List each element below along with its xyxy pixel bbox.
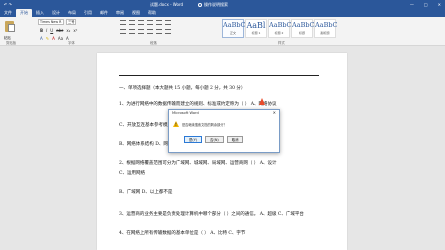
styles-gallery: AaBbC 正文 AaBl 标题 1 AaBbC 标题 2 AaBbC 标题 A…: [222, 19, 338, 38]
style-sample: AaBbC: [315, 21, 338, 29]
ribbon-home: 粘贴 剪贴板 Times New R 三号 B I U abc x₂ x² A …: [0, 17, 445, 46]
doc-line: 1、为进行网络中的数据传输而建立的规则、标准或约定称为（ ） A、网络协议: [119, 102, 277, 107]
numbering-icon[interactable]: [129, 20, 135, 25]
doc-line: 4、在网络上所有传输数据的基本单位是（ ） A、比特 C、字节: [119, 231, 246, 236]
header-rule: [119, 75, 319, 76]
align-left-icon[interactable]: [120, 29, 126, 34]
style-sample: AaBl: [246, 21, 266, 30]
change-case-button[interactable]: Aa: [58, 36, 63, 41]
warning-mark-icon: [259, 98, 265, 105]
alignment-controls: [120, 29, 171, 34]
tab-references[interactable]: 引用: [80, 9, 96, 17]
tab-design[interactable]: 设计: [48, 9, 64, 17]
search-label: 操作说明搜索: [204, 2, 228, 7]
font-color-row: A ✎ A Aa A: [40, 36, 69, 41]
dialog-title: Microsoft Word: [172, 111, 199, 115]
yes-button[interactable]: 是(Y): [184, 136, 203, 143]
font-name-select[interactable]: Times New R: [38, 19, 64, 25]
style-sample: AaBbC: [223, 21, 246, 29]
doc-line: B、广域网 D、以上都不是: [119, 190, 173, 195]
strikethrough-button[interactable]: abc: [56, 28, 63, 33]
warning-icon-mark: !: [175, 122, 177, 127]
doc-line: 2、根据网络覆盖范围可分为广域网、城域网、局域网、运营商网（ ） A、设计: [119, 161, 277, 166]
document-title: 试题.docx - Word: [150, 2, 184, 7]
tab-help[interactable]: 帮助: [144, 9, 160, 17]
close-button[interactable]: ✕: [438, 0, 441, 9]
font-size-select[interactable]: 三号: [66, 19, 76, 25]
no-button[interactable]: 否(N): [205, 136, 224, 143]
title-bar: ↶ ↷ 试题.docx - Word 操作说明搜索 — □ ✕: [0, 0, 445, 9]
paste-button[interactable]: [3, 19, 16, 34]
font-format-row: B I U abc x₂ x²: [40, 28, 77, 33]
tab-home[interactable]: 开始: [16, 9, 32, 17]
style-name: 标题: [298, 31, 305, 35]
doc-line: C、运用网络: [119, 171, 145, 176]
word-dialog: Microsoft Word ✕ ! 是否继续搜索文档的剩余部分？ 是(Y) 否…: [168, 109, 280, 153]
style-name: 副标题: [320, 31, 330, 35]
dialog-message: 是否继续搜索文档的剩余部分？: [182, 123, 227, 127]
justify-icon[interactable]: [147, 29, 153, 34]
window-controls: — □ ✕: [410, 0, 441, 9]
quick-access-toolbar[interactable]: ↶ ↷: [4, 0, 12, 9]
paragraph-controls: [120, 20, 171, 25]
paragraph-group-label: 段落: [150, 41, 157, 45]
align-center-icon[interactable]: [129, 29, 135, 34]
doc-line: 3、运营商的业务主要是负责处理计算机中哪个部分（ ）之间的通信。 A、超级 C、…: [119, 212, 304, 217]
superscript-button[interactable]: x²: [73, 28, 77, 33]
tab-view[interactable]: 视图: [128, 9, 144, 17]
bullets-icon[interactable]: [120, 20, 126, 25]
tab-review[interactable]: 审阅: [112, 9, 128, 17]
subscript-button[interactable]: x₂: [66, 28, 70, 33]
style-sample: AaBbC: [292, 21, 315, 29]
styles-group-label: 样式: [278, 41, 285, 45]
tab-file[interactable]: 文件: [0, 9, 16, 17]
font-color-button[interactable]: A: [52, 36, 55, 41]
tell-me-search[interactable]: 操作说明搜索: [198, 1, 258, 8]
italic-button[interactable]: I: [46, 28, 47, 33]
cancel-button[interactable]: 取消: [226, 136, 244, 143]
style-title[interactable]: AaBbC 标题: [291, 19, 315, 38]
style-sample: AaBbC: [269, 21, 292, 29]
tab-mailings[interactable]: 邮件: [96, 9, 112, 17]
paste-sheet-icon: [8, 24, 15, 32]
style-heading-2[interactable]: AaBbC 标题 2: [268, 19, 292, 38]
search-icon: [198, 2, 202, 7]
minimize-button[interactable]: —: [410, 0, 414, 9]
multilevel-list-icon[interactable]: [138, 20, 144, 25]
style-heading-1[interactable]: AaBl 标题 1: [245, 19, 267, 38]
dialog-close-button[interactable]: ✕: [273, 110, 276, 115]
style-name: 标题 2: [274, 31, 284, 35]
style-subtitle[interactable]: AaBbC 副标题: [314, 19, 338, 38]
dialog-buttons: 是(Y) 否(N) 取消: [184, 136, 244, 143]
sort-icon[interactable]: [165, 20, 171, 25]
bold-button[interactable]: B: [40, 28, 43, 33]
maximize-button[interactable]: □: [424, 0, 428, 9]
shading-icon[interactable]: [165, 29, 171, 34]
doc-line: C、开放互连基本参考模型: [119, 123, 172, 128]
align-right-icon[interactable]: [138, 29, 144, 34]
ribbon-tabs: 文件 开始 插入 设计 布局 引用 邮件 审阅 视图 帮助: [0, 9, 445, 17]
font-group-label: 字体: [68, 41, 75, 45]
style-normal[interactable]: AaBbC 正文: [222, 19, 246, 38]
style-name: 正文: [229, 31, 236, 35]
highlight-button[interactable]: ✎: [46, 36, 49, 41]
style-name: 标题 1: [251, 31, 261, 35]
doc-line: 一、单项选择题（本大题共 15 小题，每小题 2 分，共 30 分）: [119, 86, 246, 91]
line-spacing-icon[interactable]: [156, 29, 162, 34]
underline-button[interactable]: U: [50, 28, 53, 33]
decrease-indent-icon[interactable]: [147, 20, 153, 25]
clipboard-group-label: 剪贴板: [6, 41, 17, 45]
increase-indent-icon[interactable]: [156, 20, 162, 25]
text-effects-button[interactable]: A: [40, 36, 43, 41]
tab-insert[interactable]: 插入: [32, 9, 48, 17]
word-window: ↶ ↷ 试题.docx - Word 操作说明搜索 — □ ✕ 文件 开始 插入…: [0, 0, 445, 250]
tab-layout[interactable]: 布局: [64, 9, 80, 17]
